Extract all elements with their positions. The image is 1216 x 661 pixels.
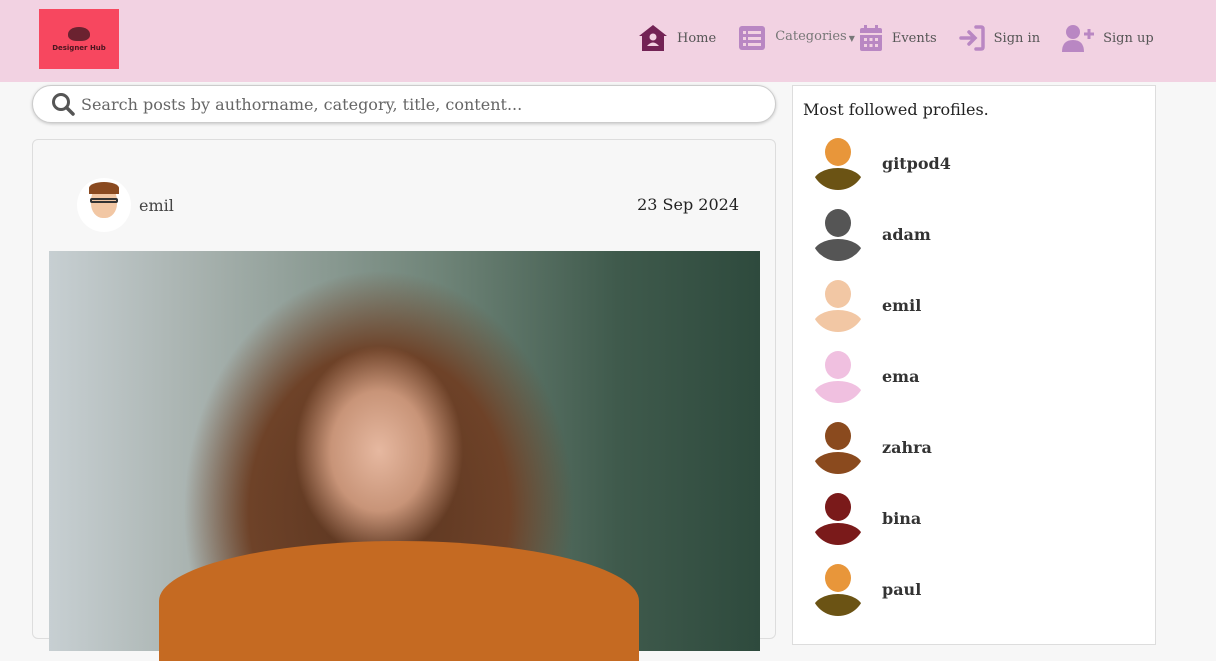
profile-item[interactable]: ema — [811, 349, 919, 403]
author-name: emil — [139, 195, 174, 215]
profile-name: ema — [882, 366, 920, 386]
profile-name: bina — [882, 508, 922, 528]
nav-sign-in-label: Sign in — [993, 30, 1041, 46]
hat-logo-icon — [68, 26, 90, 41]
profile-name: adam — [882, 224, 931, 244]
profile-item[interactable]: zahra — [811, 420, 932, 474]
navbar: Designer Hub Home Categories ▼ Events Sig… — [0, 0, 1216, 82]
profile-name: zahra — [882, 437, 932, 457]
profile-name: paul — [882, 579, 922, 599]
profile-item[interactable]: gitpod4 — [811, 136, 951, 190]
profile-avatar — [811, 349, 865, 403]
search-bar — [32, 85, 776, 123]
home-icon — [639, 25, 667, 51]
profile-avatar — [811, 278, 865, 332]
calendar-icon — [859, 25, 882, 51]
search-icon — [52, 93, 75, 116]
profile-avatar — [811, 420, 865, 474]
search-input[interactable] — [81, 94, 761, 114]
post-card: emil 23 Sep 2024 — [32, 139, 776, 661]
profile-item[interactable]: bina — [811, 491, 921, 545]
sign-in-icon — [958, 25, 985, 51]
profile-avatar — [811, 207, 865, 261]
nav-events[interactable]: Events — [859, 24, 937, 52]
most-followed-panel: Most followed profiles. gitpod4 adam emil e… — [792, 85, 1156, 645]
profile-avatar — [811, 136, 865, 190]
profile-name: gitpod4 — [882, 153, 951, 173]
post-date: 23 Sep 2024 — [637, 195, 739, 214]
caret-down-icon: ▼ — [848, 33, 855, 43]
post-author[interactable]: emil — [77, 178, 174, 232]
nav-home-label: Home — [677, 30, 717, 46]
nav-home[interactable]: Home — [638, 24, 716, 52]
logo[interactable]: Designer Hub — [39, 9, 119, 69]
user-plus-icon — [1062, 25, 1095, 52]
profile-item[interactable]: adam — [811, 207, 931, 261]
post-image[interactable] — [49, 251, 760, 661]
brand-name: Designer Hub — [52, 43, 106, 52]
profile-avatar — [811, 562, 865, 616]
nav-sign-in[interactable]: Sign in — [958, 25, 1041, 51]
nav-events-label: Events — [891, 30, 937, 46]
profile-avatar — [811, 491, 865, 545]
nav-sign-up-label: Sign up — [1103, 30, 1154, 46]
profile-name: emil — [882, 295, 922, 315]
nav-sign-up[interactable]: Sign up — [1062, 24, 1154, 52]
profile-item[interactable]: emil — [811, 278, 921, 332]
list-icon — [739, 26, 766, 50]
nav-categories[interactable]: Categories ▼ — [738, 25, 855, 51]
panel-title: Most followed profiles. — [803, 100, 989, 119]
author-avatar — [77, 178, 131, 232]
profile-item[interactable]: paul — [811, 562, 921, 616]
nav-categories-label: Categories — [775, 29, 847, 44]
